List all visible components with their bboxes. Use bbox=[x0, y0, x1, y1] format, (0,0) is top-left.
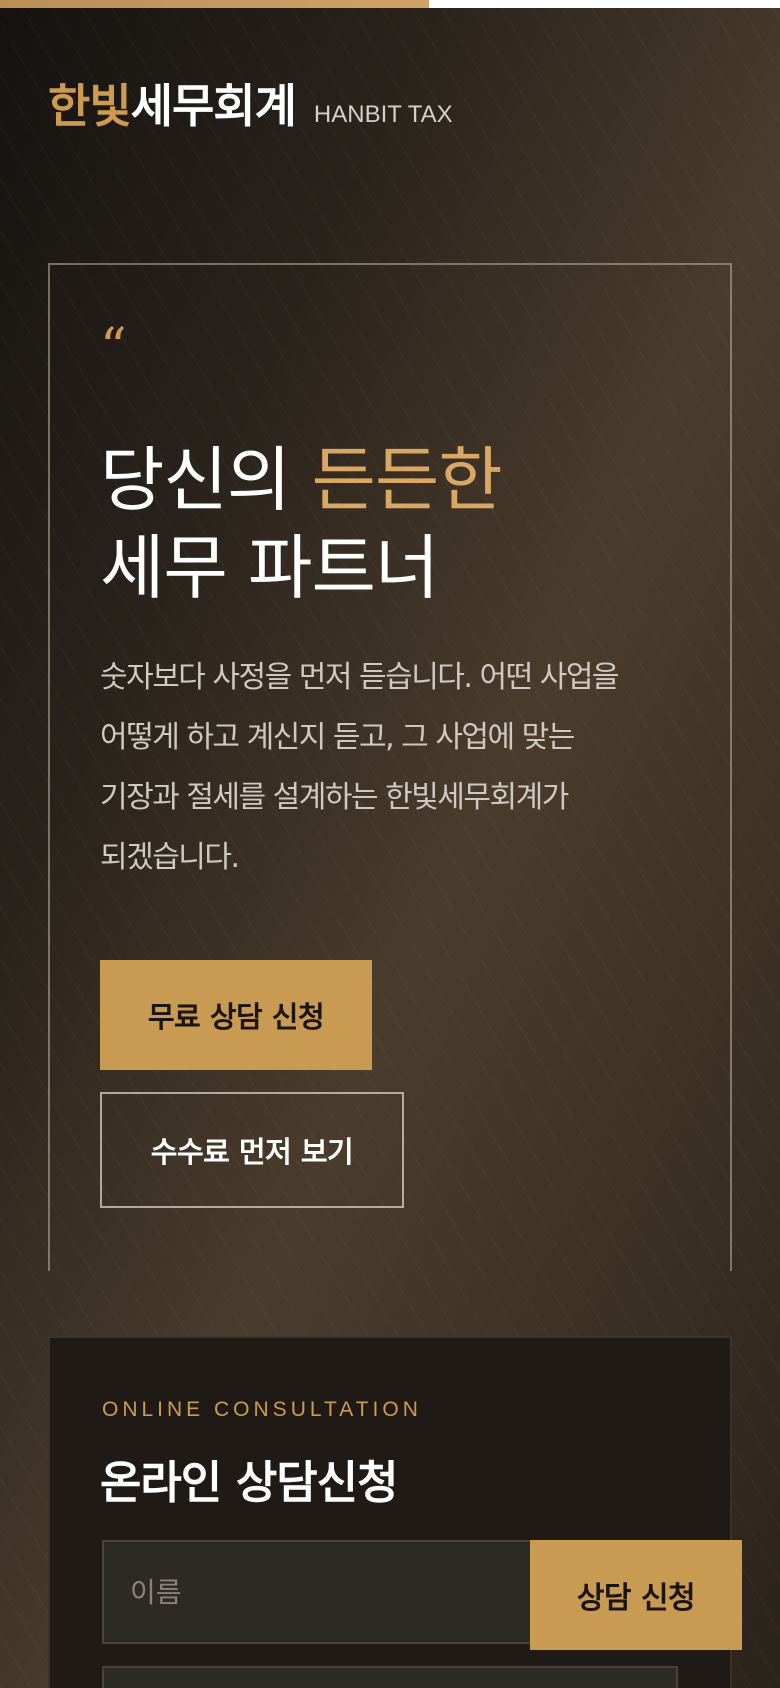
site-logo[interactable]: 한빛 세무회계 HANBIT TAX bbox=[48, 70, 453, 136]
headline-line2: 세무 파트너 bbox=[100, 527, 439, 609]
consultation-title: 온라인 상담신청 bbox=[100, 1456, 398, 1509]
phone-input[interactable] bbox=[102, 1666, 678, 1688]
scroll-progress-bar bbox=[0, 0, 780, 8]
consultation-eyebrow: ONLINE CONSULTATION bbox=[102, 1398, 422, 1421]
lead-line: 어떻게 하고 계신지 듣고, 그 사업에 맞는 bbox=[100, 720, 575, 755]
headline-plain: 당신의 bbox=[100, 439, 312, 521]
lead-line: 되겠습니다. bbox=[100, 840, 240, 875]
lead-line: 기장과 절세를 설계하는 한빛세무회계가 bbox=[100, 780, 569, 815]
headline-accent: 든든한 bbox=[311, 439, 502, 521]
submit-consultation-button[interactable]: 상담 신청 bbox=[530, 1540, 742, 1650]
hero-headline: 당신의 든든한 세무 파트너 bbox=[100, 436, 503, 612]
quote-icon: “ bbox=[100, 318, 127, 378]
view-fees-button[interactable]: 수수료 먼저 보기 bbox=[100, 1092, 404, 1208]
name-input[interactable] bbox=[102, 1540, 542, 1644]
lead-line: 숫자보다 사정을 먼저 듣습니다. 어떤 사업을 bbox=[100, 660, 620, 695]
logo-main-text: 세무회계 bbox=[130, 79, 297, 133]
logo-english-text: HANBIT TAX bbox=[313, 101, 453, 128]
logo-accent-text: 한빛 bbox=[48, 79, 132, 133]
hero-lead-text: 숫자보다 사정을 먼저 듣습니다. 어떤 사업을 어떻게 하고 계신지 듣고, … bbox=[100, 648, 680, 888]
free-consultation-button[interactable]: 무료 상담 신청 bbox=[100, 960, 372, 1070]
scroll-progress-fill bbox=[0, 0, 429, 8]
